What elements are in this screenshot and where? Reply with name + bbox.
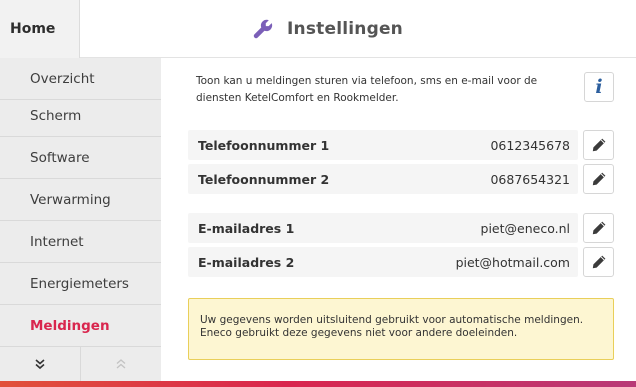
sidebar-item-scherm[interactable]: Scherm — [0, 95, 161, 137]
privacy-notice: Uw gegevens worden uitsluitend gebruikt … — [188, 298, 614, 360]
email-row-1: E-mailadres 1 piet@eneco.nl — [188, 213, 578, 243]
page-title-group: Instellingen — [252, 0, 403, 58]
scroll-down-button[interactable] — [0, 347, 80, 381]
sidebar-item-software[interactable]: Software — [0, 137, 161, 179]
email-row-2: E-mailadres 2 piet@hotmail.com — [188, 247, 578, 277]
edit-phone-1-button[interactable] — [583, 130, 614, 160]
sidebar-item-verwarming[interactable]: Verwarming — [0, 179, 161, 221]
sidebar-item-energiemeters[interactable]: Energiemeters — [0, 263, 161, 305]
top-bar: Home Instellingen — [0, 0, 636, 58]
pencil-icon — [592, 221, 605, 235]
edit-email-1-button[interactable] — [583, 213, 614, 243]
intro-text: Toon kan u meldingen sturen via telefoon… — [196, 75, 538, 104]
pencil-icon — [592, 255, 605, 269]
phone-value-2: 0687654321 — [490, 171, 570, 187]
phone-label-2: Telefoonnummer 2 — [198, 171, 330, 187]
info-icon: i — [595, 76, 603, 98]
sidebar-item-meldingen[interactable]: Meldingen — [0, 305, 161, 347]
home-tab[interactable]: Home — [0, 0, 80, 58]
phone-row-1: Telefoonnummer 1 0612345678 — [188, 130, 578, 160]
phone-value-1: 0612345678 — [490, 137, 570, 153]
info-button[interactable]: i — [584, 72, 614, 102]
edit-email-2-button[interactable] — [583, 247, 614, 277]
email-label-2: E-mailadres 2 — [198, 254, 295, 270]
edit-phone-2-button[interactable] — [583, 164, 614, 194]
pencil-icon — [592, 138, 605, 152]
sidebar: Overzicht Scherm Software Verwarming Int… — [0, 58, 161, 381]
phone-row-2: Telefoonnummer 2 0687654321 — [188, 164, 578, 194]
phone-label-1: Telefoonnummer 1 — [198, 137, 330, 153]
email-value-2: piet@hotmail.com — [455, 254, 570, 270]
sidebar-item-internet[interactable]: Internet — [0, 221, 161, 263]
notice-line-2: Eneco gebruikt deze gegevens niet voor a… — [200, 327, 518, 339]
notice-line-1: Uw gegevens worden uitsluitend gebruikt … — [200, 314, 584, 326]
sidebar-item-overzicht[interactable]: Overzicht — [0, 58, 161, 100]
double-chevron-down-icon — [35, 359, 45, 370]
brand-gradient-bar — [0, 381, 636, 387]
email-label-1: E-mailadres 1 — [198, 220, 295, 236]
wrench-icon — [252, 18, 274, 40]
scroll-up-button[interactable] — [80, 347, 161, 381]
pencil-icon — [592, 172, 605, 186]
sidebar-scroll-nav — [0, 347, 161, 381]
double-chevron-up-icon — [116, 359, 126, 369]
email-value-1: piet@eneco.nl — [480, 220, 570, 236]
page-title: Instellingen — [287, 19, 403, 39]
